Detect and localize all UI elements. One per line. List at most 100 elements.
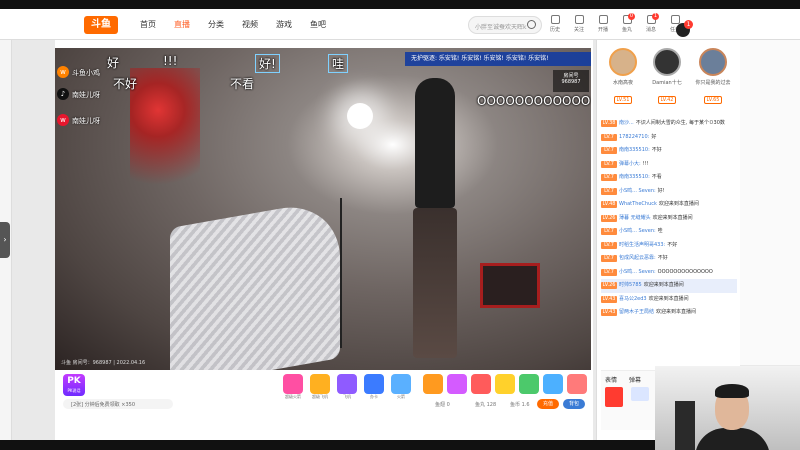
- gift-item[interactable]: [337, 374, 357, 394]
- level-badge: LV.7: [601, 174, 617, 181]
- search-placeholder: 小胖至诚蚕欢天晖k: [475, 24, 527, 31]
- chat-message[interactable]: LV.7 南南335510: 不好: [601, 144, 737, 158]
- chat-username[interactable]: 南南335510:: [619, 147, 650, 153]
- gift-item[interactable]: [567, 374, 587, 394]
- danmu-message: 好: [107, 56, 120, 70]
- chat-message[interactable]: LV.26 时帅5785 欢迎来到本直播间: [601, 279, 737, 293]
- level-badge: LV.43: [601, 295, 617, 303]
- chat-username[interactable]: WhatTheChuck: [619, 201, 657, 207]
- gift-item[interactable]: [471, 374, 491, 394]
- rank-item[interactable]: Damian十七 LV.42: [647, 48, 687, 105]
- chat-message[interactable]: LV.7 南南335510: 不看: [601, 171, 737, 185]
- chat-message[interactable]: LV.38 南沙... 不识人间制大雪的众生, 每于某个ㅁ30数: [601, 117, 737, 131]
- message-badge: 1: [652, 13, 659, 20]
- chat-message[interactable]: LV.26 薄暮 无缝耀头 欢迎来到本直播间: [601, 212, 737, 226]
- nav-games[interactable]: 游戏: [276, 19, 292, 30]
- nav-fishbar[interactable]: 鱼吧: [310, 19, 326, 30]
- chat-text: 欢迎来到本直播间: [648, 295, 689, 302]
- pk-button[interactable]: PK PK说话: [63, 374, 85, 396]
- video-watermark-info: 斗鱼 房间号：968987 | 2022.04.16: [61, 360, 146, 366]
- gift-item[interactable]: [391, 374, 411, 394]
- chat-text: !!!: [642, 160, 649, 167]
- red-lamp: [130, 68, 200, 208]
- chat-message[interactable]: LV.7 弹幕小大:!!!: [601, 158, 737, 172]
- chat-message[interactable]: LV.48 WhatTheChuck 欢迎来到本直播间: [601, 198, 737, 212]
- gift-item[interactable]: [543, 374, 563, 394]
- chat-message[interactable]: LV.7 时稻生活声明哥433: 不好: [601, 239, 737, 253]
- chat-username[interactable]: 留两木子王局结: [619, 309, 654, 315]
- follow-button[interactable]: 关注: [570, 15, 588, 33]
- chat-text: 好!: [657, 187, 665, 194]
- studio-light: [347, 103, 373, 129]
- chat-username[interactable]: 喜马公2ed3: [619, 296, 647, 302]
- chat-message[interactable]: LV.7 包成风起云恶靠: 不好: [601, 252, 737, 266]
- top-black-strip: [0, 0, 800, 9]
- gift-item[interactable]: [364, 374, 384, 394]
- light-tripod: [340, 198, 342, 348]
- level-badge: LV.7: [601, 187, 617, 195]
- card-icon[interactable]: [631, 387, 649, 401]
- chat-username[interactable]: 南沙...: [619, 120, 634, 126]
- tiktok-icon: ♪: [57, 88, 69, 100]
- chat-list[interactable]: LV.38 南沙... 不识人间制大雪的众生, 每于某个ㅁ30数 LV.7 178224…: [601, 117, 737, 407]
- chat-message[interactable]: LV.7 小S鸣... Seven: 好!: [601, 185, 737, 199]
- chat-message[interactable]: LV.7 小S鸣... Seven: 哇: [601, 225, 737, 239]
- danmu-message: 不看: [230, 77, 255, 91]
- notice-marquee: 无护驱逐: 乐安铭! 乐安铭! 乐安铭! 乐安铭! 乐安铭!: [405, 52, 591, 66]
- chat-text: 欢迎来到本直播间: [652, 214, 693, 221]
- chat-username[interactable]: 小S鸣... Seven:: [619, 269, 656, 275]
- level-badge: LV.43: [601, 309, 617, 316]
- gift-item[interactable]: [310, 374, 330, 394]
- gift-item[interactable]: [283, 374, 303, 394]
- social-name-weibo: 斗鱼小鸡: [72, 69, 100, 77]
- live-video-player[interactable]: w 斗鱼小鸡 ♪ 南娃儿呀 w 南娃儿呀 好 !!! 好! 哇 不好 不看 OO…: [55, 48, 591, 370]
- rank-item[interactable]: 你只是我的过去 LV.65: [693, 48, 733, 105]
- chat-username[interactable]: 小S鸣... Seven:: [619, 188, 656, 194]
- social-name-tiktok: 南娃儿呀: [72, 91, 100, 99]
- danmu-message: 好!: [255, 54, 280, 73]
- rank-item[interactable]: 水南高夜 LV.51: [603, 48, 643, 105]
- gift-item[interactable]: [447, 374, 467, 394]
- barrage-button[interactable]: 弹幕: [629, 375, 641, 384]
- backpack-button[interactable]: 背包: [563, 399, 585, 409]
- red-packet-icon[interactable]: [605, 387, 623, 407]
- yu-coin-count: 鱼币 1.6: [510, 402, 530, 408]
- gift-label: 办卡: [370, 394, 378, 399]
- danmu-message: 哇: [328, 54, 349, 73]
- chat-username[interactable]: 时帅5785: [619, 282, 642, 288]
- chat-username[interactable]: 弹幕小大:: [619, 161, 641, 167]
- user-avatar-badge: 1: [684, 20, 693, 29]
- social-name-weibo-red: 南娃儿呀: [72, 117, 100, 125]
- gift-item[interactable]: [423, 374, 443, 394]
- room-label: 房间号: [563, 73, 579, 79]
- gift-item[interactable]: [495, 374, 515, 394]
- nav-category[interactable]: 分类: [208, 19, 224, 30]
- chat-username[interactable]: 178224710:: [619, 134, 649, 140]
- chat-username[interactable]: 薄暮 无缝耀头: [619, 215, 651, 221]
- nav-home[interactable]: 首页: [140, 19, 156, 30]
- top-header: 斗鱼 首页 直播 分类 视频 游戏 鱼吧 小胖至诚蚕欢天晖k 历史 关注 开播 …: [0, 9, 800, 40]
- chat-message[interactable]: LV.43 喜马公2ed3 欢迎来到本直播间: [601, 293, 737, 307]
- search-input[interactable]: 小胖至诚蚕欢天晖k: [468, 16, 542, 34]
- history-button[interactable]: 历史: [546, 15, 564, 33]
- wallet-badge: 0: [628, 13, 635, 20]
- room-id: 968987: [561, 79, 581, 85]
- sidebar-expand-handle[interactable]: ›: [0, 222, 10, 258]
- wallet-button[interactable]: 0 鱼丸: [618, 13, 636, 33]
- chat-username[interactable]: 包成风起云恶靠:: [619, 255, 656, 261]
- search-icon[interactable]: [527, 20, 536, 29]
- chat-message[interactable]: LV.7 178224710: 好: [601, 131, 737, 145]
- chat-username[interactable]: 时稻生活声明哥433:: [619, 242, 665, 248]
- nav-video[interactable]: 视频: [242, 19, 258, 30]
- chat-username[interactable]: 小S鸣... Seven:: [619, 228, 656, 234]
- chat-username[interactable]: 南南335510:: [619, 174, 650, 180]
- chat-message[interactable]: LV.43 留两木子王局结 欢迎来到本直播间: [601, 306, 737, 320]
- emoji-button[interactable]: 表情: [605, 375, 617, 384]
- recharge-button[interactable]: 充值: [537, 399, 559, 409]
- nav-live[interactable]: 直播: [174, 19, 190, 30]
- broadcast-button[interactable]: 开播: [594, 15, 612, 33]
- gift-item[interactable]: [519, 374, 539, 394]
- message-button[interactable]: 1 消息: [642, 13, 660, 33]
- chat-message[interactable]: LV.7 小S鸣... Seven: OOOOOOOOOOOOOO: [601, 266, 737, 280]
- douyu-logo[interactable]: 斗鱼: [84, 16, 118, 34]
